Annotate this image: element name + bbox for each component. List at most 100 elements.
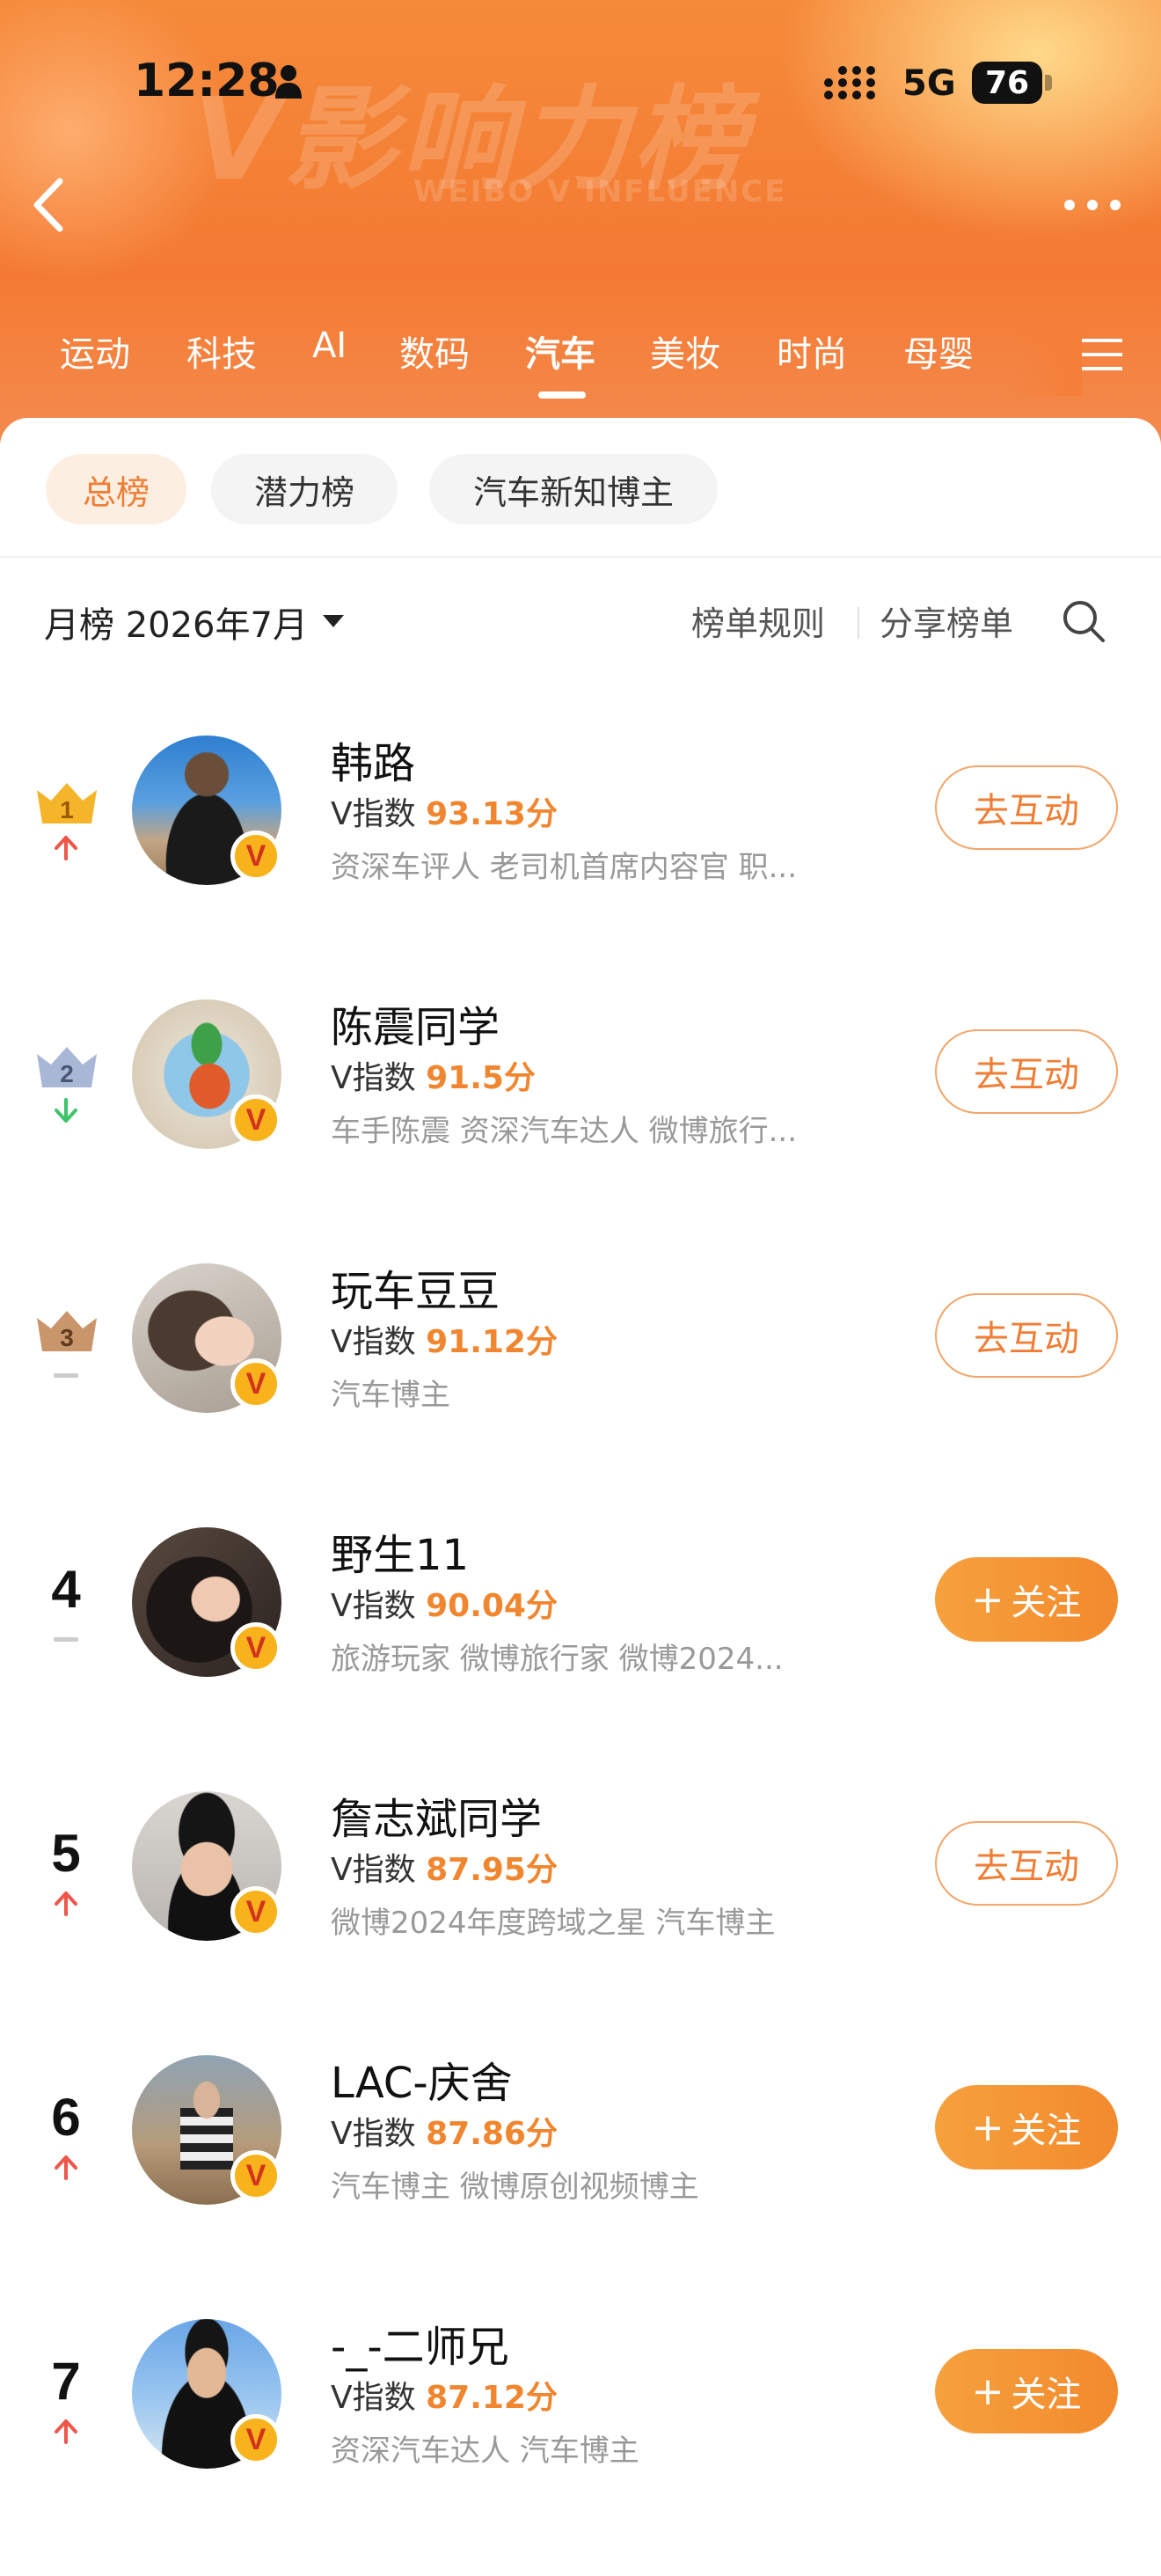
- verified-badge: V: [230, 1886, 281, 1937]
- caret-down-icon[interactable]: [323, 615, 344, 627]
- ranking-row[interactable]: 1 V 韩路 V指数 93.13分 资深车评人 老司机首席内容官 职... 去互…: [0, 728, 1161, 992]
- battery-icon: 76: [972, 62, 1042, 104]
- tab-sports[interactable]: 运动: [60, 326, 130, 377]
- plus-icon: +: [971, 2104, 1004, 2150]
- user-description: 资深车评人 老司机首席内容官 职...: [331, 850, 798, 885]
- subtab-overall[interactable]: 总榜: [46, 454, 186, 524]
- follow-label: 关注: [1011, 2111, 1082, 2151]
- interact-button[interactable]: 去互动: [935, 765, 1118, 850]
- v-index: V指数 87.86分: [331, 2108, 558, 2154]
- subtab-auto-knowledge[interactable]: 汽车新知博主: [429, 454, 718, 524]
- v-index: V指数 91.12分: [331, 1316, 558, 1362]
- ranking-row[interactable]: 5 V 詹志斌同学 V指数 87.95分 微博2024年度跨域之星 汽车博主 去…: [0, 1784, 1161, 2048]
- tab-fashion[interactable]: 时尚: [777, 326, 847, 377]
- gold-crown-icon: 1: [37, 783, 97, 823]
- v-score: 87.12分: [426, 2380, 558, 2416]
- share-ranking-link[interactable]: 分享榜单: [880, 596, 1013, 645]
- subtab-potential[interactable]: 潜力榜: [211, 454, 398, 524]
- status-time: 12:28: [134, 55, 280, 107]
- trend-same-icon: [54, 1637, 78, 1642]
- plus-icon: +: [971, 2368, 1004, 2414]
- user-description: 汽车博主: [331, 1378, 450, 1413]
- user-description: 汽车博主 微博原创视频博主: [331, 2170, 699, 2205]
- user-name[interactable]: 詹志斌同学: [331, 1784, 542, 1846]
- tab-tech[interactable]: 科技: [186, 326, 257, 377]
- interact-button[interactable]: 去互动: [935, 1821, 1118, 1906]
- follow-label: 关注: [1011, 2375, 1082, 2415]
- trend-up-icon: [55, 2155, 77, 2180]
- ranking-row[interactable]: 3 V 玩车豆豆 V指数 91.12分 汽车博主 去互动: [0, 1256, 1161, 1520]
- trend-up-icon: [55, 2419, 77, 2444]
- verified-badge: V: [230, 1094, 281, 1145]
- trend-up-icon: [55, 836, 77, 860]
- v-index: V指数 87.12分: [331, 2372, 558, 2418]
- search-icon[interactable]: [1062, 599, 1106, 643]
- silver-crown-icon: 2: [37, 1047, 97, 1087]
- v-index-label: V指数: [331, 1852, 416, 1888]
- battery-level: 76: [984, 64, 1030, 101]
- ranking-row[interactable]: 6 V LAC-庆舍 V指数 87.86分 汽车博主 微博原创视频博主 + 关注: [0, 2048, 1161, 2312]
- user-name[interactable]: 韩路: [331, 728, 415, 790]
- tab-ai[interactable]: AI: [312, 326, 347, 366]
- banner-subtitle: WEIBO V INFLUENCE: [413, 174, 787, 209]
- person-icon: [275, 65, 302, 99]
- v-index-label: V指数: [331, 1324, 416, 1360]
- user-name[interactable]: 玩车豆豆: [331, 1256, 500, 1318]
- rank-number: 6: [51, 2088, 81, 2147]
- user-name[interactable]: LAC-庆舍: [331, 2048, 513, 2110]
- rank-number: 4: [51, 1560, 81, 1619]
- rank-number: 5: [51, 1824, 81, 1883]
- tab-beauty[interactable]: 美妆: [650, 326, 720, 377]
- follow-button[interactable]: + 关注: [935, 2349, 1118, 2433]
- user-description: 资深汽车达人 汽车博主: [331, 2433, 639, 2469]
- tab-fade: [1011, 326, 1082, 396]
- tab-baby[interactable]: 母婴: [903, 326, 974, 377]
- user-name[interactable]: 陈震同学: [331, 992, 500, 1054]
- ranking-row[interactable]: 7 V -_-二师兄 V指数 87.12分 资深汽车达人 汽车博主 + 关注: [0, 2312, 1161, 2576]
- more-button[interactable]: [1061, 192, 1124, 218]
- menu-icon[interactable]: [1082, 337, 1122, 372]
- v-index-label: V指数: [331, 1588, 416, 1624]
- v-score: 91.5分: [426, 1060, 536, 1096]
- trend-up-icon: [55, 1892, 77, 1916]
- interact-button[interactable]: 去互动: [935, 1293, 1118, 1378]
- verified-badge: V: [230, 2150, 281, 2201]
- verified-badge: V: [230, 831, 281, 882]
- interact-button[interactable]: 去互动: [935, 1029, 1118, 1114]
- tab-digital[interactable]: 数码: [399, 326, 470, 377]
- user-name[interactable]: 野生11: [331, 1520, 469, 1582]
- v-index-label: V指数: [331, 2116, 416, 2152]
- user-name[interactable]: -_-二师兄: [331, 2312, 509, 2374]
- back-button[interactable]: [26, 176, 70, 234]
- bronze-crown-icon: 3: [37, 1311, 97, 1351]
- ranking-row[interactable]: 2 V 陈震同学 V指数 91.5分 车手陈震 资深汽车达人 微博旅行... 去…: [0, 992, 1161, 1256]
- v-score: 91.12分: [426, 1324, 558, 1360]
- trend-same-icon: [54, 1373, 78, 1378]
- header-banner: V影响力榜 WEIBO V INFLUENCE 12:28 5G 76 运动 科…: [0, 0, 1161, 457]
- verified-badge: V: [230, 1358, 281, 1409]
- verified-badge: V: [230, 2414, 281, 2465]
- v-index: V指数 91.5分: [331, 1052, 536, 1098]
- v-index: V指数 87.95分: [331, 1844, 558, 1890]
- ranking-rules-link[interactable]: 榜单规则: [691, 596, 825, 645]
- v-score: 87.95分: [426, 1852, 558, 1888]
- signal-icon: [824, 66, 875, 99]
- v-index-label: V指数: [331, 1060, 416, 1096]
- divider: [0, 556, 1161, 558]
- follow-label: 关注: [1011, 1583, 1082, 1623]
- tab-auto[interactable]: 汽车: [525, 326, 595, 377]
- rank-number: 1: [60, 796, 74, 823]
- active-tab-indicator: [538, 392, 586, 399]
- follow-button[interactable]: + 关注: [935, 2085, 1118, 2170]
- battery-tip: [1045, 75, 1052, 91]
- v-score: 93.13分: [426, 796, 558, 832]
- bottom-fade: [880, 2446, 1161, 2523]
- follow-button[interactable]: + 关注: [935, 1557, 1118, 1642]
- v-index: V指数 90.04分: [331, 1580, 558, 1626]
- month-selector[interactable]: 月榜 2026年7月: [44, 596, 308, 648]
- v-index: V指数 93.13分: [331, 788, 558, 834]
- rank-number: 7: [51, 2352, 81, 2411]
- ranking-row[interactable]: 4 V 野生11 V指数 90.04分 旅游玩家 微博旅行家 微博2024...…: [0, 1520, 1161, 1784]
- v-score: 87.86分: [426, 2116, 558, 2152]
- plus-icon: +: [971, 1577, 1004, 1622]
